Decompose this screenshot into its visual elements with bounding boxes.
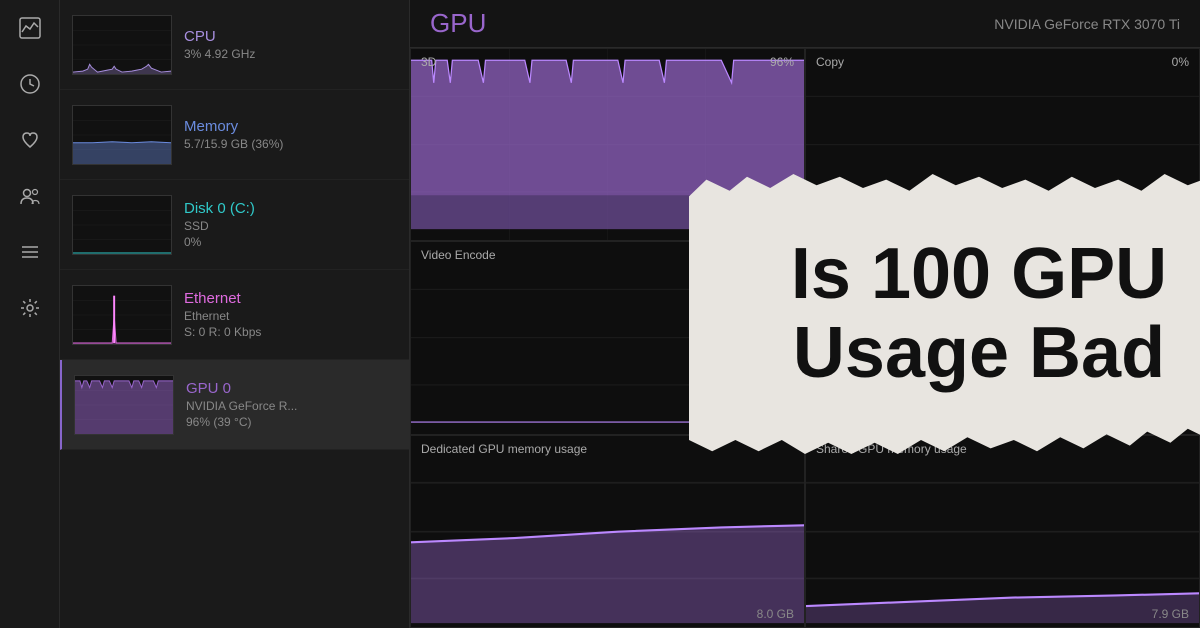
left-panel: CPU 3% 4.92 GHz Memory 5.7/15.9 GB (36%) [60, 0, 410, 628]
ethernet-sub2: S: 0 R: 0 Kbps [184, 325, 397, 339]
main-header: GPU NVIDIA GeForce RTX 3070 Ti [410, 0, 1200, 48]
health-icon[interactable] [12, 122, 48, 158]
resource-item-ethernet[interactable]: Ethernet Ethernet S: 0 R: 0 Kbps [60, 270, 409, 360]
chart-3d-name: 3D [421, 55, 436, 69]
chart-3d-value: 96% [770, 55, 794, 69]
cpu-name: CPU [184, 28, 397, 45]
gpu-sub2: 96% (39 °C) [186, 415, 397, 429]
chart-dedicated-mem: Dedicated GPU memory usage 8.0 GB [410, 435, 805, 628]
cpu-mini-chart [72, 15, 172, 75]
chart-encode-name: Video Encode [421, 248, 496, 262]
disk-info: Disk 0 (C:) SSD 0% [184, 200, 397, 249]
main-title: GPU [430, 8, 486, 39]
torn-overlay: Is 100 GPU Usage Bad [689, 174, 1200, 454]
main-panel: GPU NVIDIA GeForce RTX 3070 Ti 3D 96% [410, 0, 1200, 628]
settings-icon[interactable] [12, 290, 48, 326]
gpu-sub1: NVIDIA GeForce R... [186, 399, 397, 413]
disk-name: Disk 0 (C:) [184, 200, 397, 217]
memory-sub: 5.7/15.9 GB (36%) [184, 137, 397, 151]
gpu-mini-chart [74, 375, 174, 435]
memory-info: Memory 5.7/15.9 GB (36%) [184, 118, 397, 151]
users-icon[interactable] [12, 178, 48, 214]
sidebar [0, 0, 60, 628]
ethernet-sub1: Ethernet [184, 309, 397, 323]
gpu-model: NVIDIA GeForce RTX 3070 Ti [994, 16, 1180, 32]
cpu-sub: 3% 4.92 GHz [184, 47, 397, 61]
details-icon[interactable] [12, 234, 48, 270]
gpu-info: GPU 0 NVIDIA GeForce R... 96% (39 °C) [186, 380, 397, 429]
resource-item-disk[interactable]: Disk 0 (C:) SSD 0% [60, 180, 409, 270]
performance-icon[interactable] [12, 10, 48, 46]
ethernet-name: Ethernet [184, 290, 397, 307]
disk-sub1: SSD [184, 219, 397, 233]
chart-dedicated-name: Dedicated GPU memory usage [421, 442, 587, 456]
history-icon[interactable] [12, 66, 48, 102]
disk-mini-chart [72, 195, 172, 255]
chart-shared-mem: Shared GPU memory usage 7.9 GB [805, 435, 1200, 628]
memory-mini-chart [72, 105, 172, 165]
chart-dedicated-max: 8.0 GB [757, 607, 794, 621]
gpu-name: GPU 0 [186, 380, 397, 397]
resource-item-memory[interactable]: Memory 5.7/15.9 GB (36%) [60, 90, 409, 180]
resource-item-cpu[interactable]: CPU 3% 4.92 GHz [60, 0, 409, 90]
ethernet-info: Ethernet Ethernet S: 0 R: 0 Kbps [184, 290, 397, 339]
overlay-line2: Usage Bad [793, 313, 1165, 393]
memory-name: Memory [184, 118, 397, 135]
ethernet-mini-chart [72, 285, 172, 345]
overlay-text: Is 100 GPU Usage Bad [761, 215, 1197, 413]
resource-item-gpu[interactable]: GPU 0 NVIDIA GeForce R... 96% (39 °C) [60, 360, 409, 450]
chart-copy-value: 0% [1172, 55, 1189, 69]
chart-copy-name: Copy [816, 55, 844, 69]
overlay-line1: Is 100 GPU [791, 234, 1167, 314]
cpu-info: CPU 3% 4.92 GHz [184, 28, 397, 61]
disk-sub2: 0% [184, 235, 397, 249]
chart-shared-max: 7.9 GB [1152, 607, 1189, 621]
